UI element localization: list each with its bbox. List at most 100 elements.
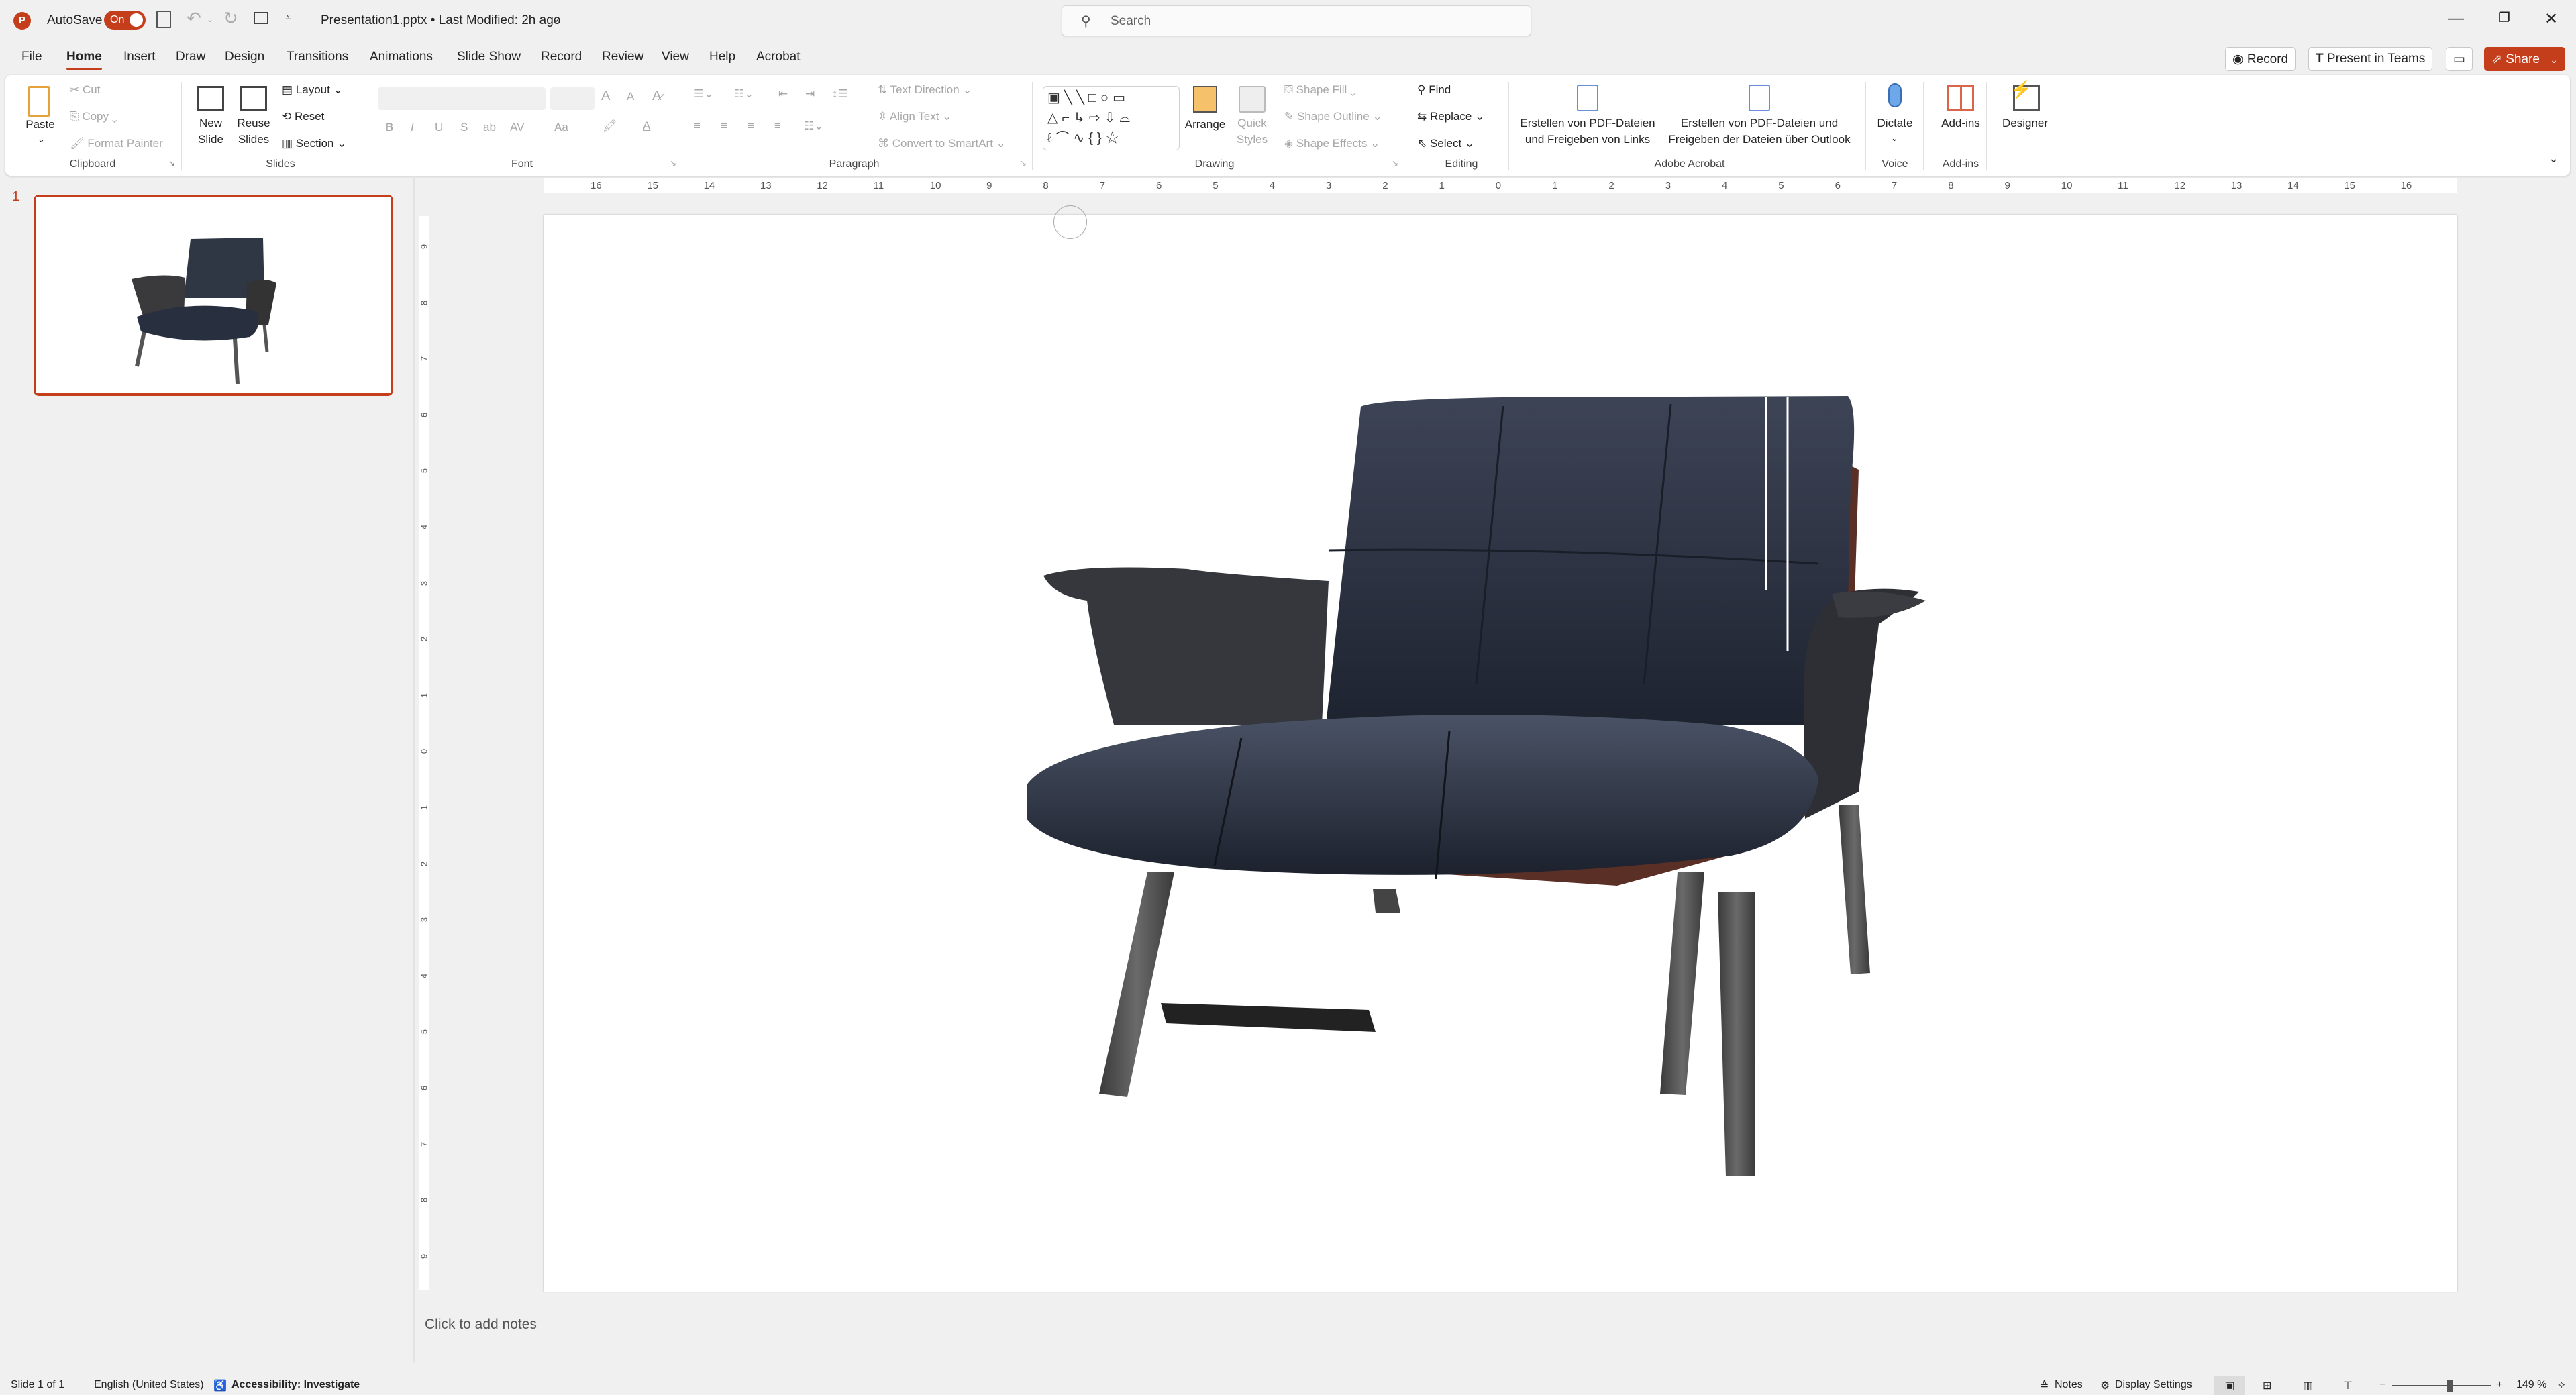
decrease-indent-icon[interactable]: ⇤ <box>778 87 788 101</box>
notes-toggle[interactable]: Notes <box>2055 1379 2083 1391</box>
copy-button[interactable]: ⎘ Copy ⌄ <box>70 110 117 123</box>
shadow-button[interactable]: S <box>460 121 468 134</box>
cut-button[interactable]: ✂ Cut <box>70 83 100 97</box>
quick-styles-label-1[interactable]: Quick <box>1232 117 1272 130</box>
zoom-out-button[interactable]: − <box>2379 1379 2385 1391</box>
search-box[interactable]: ⚲ Search <box>1062 5 1531 36</box>
align-center-icon[interactable]: ≡ <box>721 119 727 133</box>
paste-icon[interactable] <box>28 86 50 117</box>
add-ins-icon[interactable] <box>1947 85 1974 111</box>
align-right-icon[interactable]: ≡ <box>748 119 754 133</box>
italic-button[interactable]: I <box>411 121 414 134</box>
tab-view[interactable]: View <box>662 50 689 64</box>
slide-thumbnail[interactable] <box>34 195 393 396</box>
shape-effects-button[interactable]: ◈ Shape Effects ⌄ <box>1284 137 1380 150</box>
create-pdf-outlook-label-2[interactable]: Freigeben der Dateien über Outlook <box>1660 133 1859 146</box>
redo-icon[interactable]: ↻ <box>223 8 238 29</box>
tab-animations[interactable]: Animations <box>370 50 433 64</box>
layout-button[interactable]: ▤ Layout ⌄ <box>282 83 343 97</box>
language-status[interactable]: English (United States) <box>94 1379 204 1391</box>
character-spacing-button[interactable]: AV <box>510 121 524 134</box>
slide-canvas[interactable] <box>544 215 2457 1292</box>
align-left-icon[interactable]: ≡ <box>694 119 701 133</box>
tab-review[interactable]: Review <box>602 50 643 64</box>
chair-3d-model[interactable] <box>544 215 2457 1292</box>
tab-slide-show[interactable]: Slide Show <box>457 50 521 64</box>
zoom-slider-thumb[interactable] <box>2447 1380 2453 1392</box>
paste-chevron-icon[interactable]: ⌄ <box>38 134 45 145</box>
replace-button[interactable]: ⇆ Replace ⌄ <box>1417 110 1484 123</box>
shape-outline-button[interactable]: ✎ Shape Outline ⌄ <box>1284 110 1382 123</box>
present-in-teams-button[interactable]: T Present in Teams <box>2308 47 2433 71</box>
display-settings-icon[interactable]: ⚙ <box>2100 1379 2110 1392</box>
undo-icon[interactable]: ↶ <box>187 8 201 29</box>
fit-to-window-icon[interactable]: ⟡ <box>2558 1379 2565 1391</box>
close-button[interactable]: ✕ <box>2538 9 2565 29</box>
tab-transitions[interactable]: Transitions <box>287 50 348 64</box>
document-title[interactable]: Presentation1.pptx • Last Modified: 2h a… <box>321 13 560 28</box>
tab-home[interactable]: Home <box>66 50 102 70</box>
comments-button[interactable]: ▭ <box>2446 47 2473 71</box>
clipboard-launcher-icon[interactable]: ↘ <box>168 158 175 168</box>
shape-fill-button[interactable]: ⛋ Shape Fill ⌄ <box>1284 83 1355 97</box>
tab-file[interactable]: File <box>21 50 42 64</box>
paste-button[interactable]: Paste <box>25 118 55 132</box>
dictate-chevron-icon[interactable]: ⌄ <box>1891 133 1898 144</box>
shapes-gallery[interactable]: ▣╲╲□○▭ △⌐↳⇨⇩⌓ ℓ⌒∿{}☆ <box>1043 86 1180 150</box>
notes-toggle-icon[interactable]: ≙ <box>2040 1379 2049 1392</box>
font-launcher-icon[interactable]: ↘ <box>670 158 676 168</box>
align-text-button[interactable]: ⇳ Align Text ⌄ <box>878 110 951 123</box>
reset-button[interactable]: ⟲ Reset <box>282 110 324 123</box>
font-name-dropdown[interactable] <box>378 87 546 110</box>
change-case-button[interactable]: Aa <box>554 121 568 134</box>
section-button[interactable]: ▥ Section ⌄ <box>282 137 346 150</box>
numbering-icon[interactable]: ☷⌄ <box>734 87 754 101</box>
collapse-ribbon-icon[interactable]: ⌄ <box>2548 152 2559 166</box>
tab-draw[interactable]: Draw <box>176 50 205 64</box>
title-chevron-down-icon[interactable]: ⌄ <box>552 12 560 25</box>
increase-indent-icon[interactable]: ⇥ <box>805 87 815 101</box>
reading-view-icon[interactable]: ▥ <box>2303 1379 2313 1392</box>
new-slide-icon[interactable] <box>197 86 224 111</box>
quick-styles-icon[interactable] <box>1239 86 1266 113</box>
columns-icon[interactable]: ☷⌄ <box>804 119 823 133</box>
dictate-button[interactable]: Dictate <box>1873 117 1916 130</box>
font-size-dropdown[interactable] <box>550 87 595 110</box>
zoom-level[interactable]: 149 % <box>2516 1379 2546 1391</box>
slide-show-icon[interactable]: ⊤ <box>2343 1379 2353 1392</box>
font-color-icon[interactable]: A <box>643 119 650 133</box>
arrange-button[interactable]: Arrange <box>1184 118 1227 132</box>
slide-sorter-icon[interactable]: ⊞ <box>2263 1379 2271 1392</box>
autosave-toggle[interactable]: On <box>104 11 146 30</box>
text-direction-button[interactable]: ⇅ Text Direction ⌄ <box>878 83 972 97</box>
highlight-color-icon[interactable]: 🖍 <box>603 119 617 133</box>
add-ins-button[interactable]: Add-ins <box>1933 117 1989 130</box>
display-settings-button[interactable]: Display Settings <box>2115 1379 2192 1391</box>
zoom-in-button[interactable]: + <box>2496 1379 2502 1391</box>
pdf-outlook-icon[interactable] <box>1749 85 1770 111</box>
new-slide-label-1[interactable]: New <box>192 117 229 130</box>
clear-formatting-icon[interactable]: A̷ <box>652 89 661 104</box>
arrange-icon[interactable] <box>1193 86 1217 113</box>
undo-dropdown-icon[interactable]: ⌄ <box>207 15 213 24</box>
minimize-button[interactable]: — <box>2442 9 2469 28</box>
format-painter-button[interactable]: 🖌 Format Painter <box>70 137 163 150</box>
present-from-start-icon[interactable] <box>254 12 268 24</box>
convert-smartart-button[interactable]: ⌘ Convert to SmartArt ⌄ <box>878 137 1006 150</box>
share-button[interactable]: ⇗ Share ⌄ <box>2484 47 2565 71</box>
reuse-slides-label-2[interactable]: Slides <box>235 133 272 146</box>
normal-view-icon[interactable]: ▣ <box>2214 1376 2245 1395</box>
pdf-link-icon[interactable] <box>1577 85 1598 111</box>
bold-button[interactable]: B <box>385 121 393 134</box>
underline-button[interactable]: U <box>435 121 443 134</box>
create-pdf-outlook-label-1[interactable]: Erstellen von PDF-Dateien und <box>1660 117 1859 130</box>
record-button[interactable]: ◉ Record <box>2225 47 2296 71</box>
drawing-launcher-icon[interactable]: ↘ <box>1392 158 1398 168</box>
strikethrough-button[interactable]: ab <box>483 121 496 134</box>
create-pdf-share-link-label-2[interactable]: und Freigeben von Links <box>1516 133 1659 146</box>
tab-record[interactable]: Record <box>541 50 582 64</box>
reuse-slides-label-1[interactable]: Reuse <box>235 117 272 130</box>
tab-design[interactable]: Design <box>225 50 264 64</box>
paragraph-launcher-icon[interactable]: ↘ <box>1020 158 1027 168</box>
select-button[interactable]: ⇖ Select ⌄ <box>1417 137 1474 150</box>
